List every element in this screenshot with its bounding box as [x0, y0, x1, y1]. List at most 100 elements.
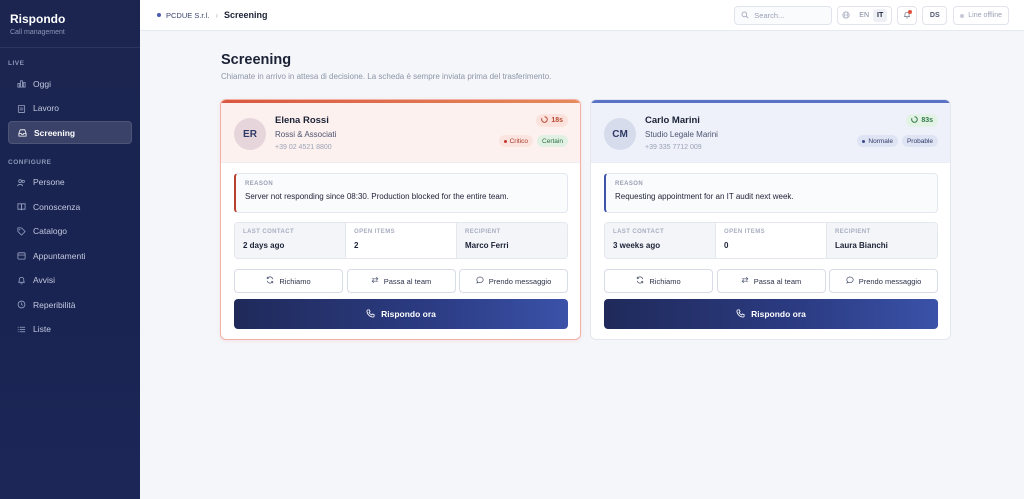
priority-badge: Critico — [498, 135, 534, 147]
sidebar-item-label: Lavoro — [33, 103, 59, 113]
chart-bars-icon — [15, 79, 27, 88]
call-card: ER Elena Rossi Rossi & Associati +39 02 … — [220, 99, 581, 340]
sidebar-item-label: Screening — [34, 127, 76, 138]
caller-meta: LAST CONTACT 2 days ago OPEN ITEMS 2 REC… — [234, 222, 568, 259]
sidebar: Rispondo Call management LIVE Oggi Lavor… — [0, 0, 140, 499]
caller-meta: LAST CONTACT 3 weeks ago OPEN ITEMS 0 RE… — [604, 222, 938, 259]
sidebar-item-reperibilita[interactable]: Reperibilità — [8, 293, 132, 316]
caller-name: Carlo Marini — [645, 115, 700, 126]
breadcrumb-separator: › — [215, 10, 219, 20]
meta-label: LAST CONTACT — [613, 229, 665, 235]
caller-name: Elena Rossi — [275, 115, 329, 126]
card-header: CM Carlo Marini Studio Legale Marini +39… — [591, 103, 950, 163]
sidebar-item-label: Persone — [33, 177, 65, 187]
breadcrumb: PCDUE S.r.l. › Screening — [140, 10, 268, 20]
sidebar-item-label: Reperibilità — [33, 299, 76, 310]
topbar-actions: Search... EN IT DS Line offline — [734, 6, 1009, 25]
section-label-configure: CONFIGURE — [8, 158, 52, 166]
swap-arrows-icon — [371, 276, 379, 286]
sidebar-item-catalogo[interactable]: Catalogo — [8, 220, 132, 243]
sidebar-item-appuntamenti[interactable]: Appuntamenti — [8, 244, 132, 267]
sidebar-item-conoscenza[interactable]: Conoscenza — [8, 195, 132, 218]
meta-value: 3 weeks ago — [613, 241, 661, 250]
answer-now-button[interactable]: Rispondo ora — [234, 299, 568, 329]
answer-now-button[interactable]: Rispondo ora — [604, 299, 938, 329]
meta-label: OPEN ITEMS — [724, 229, 766, 235]
caller-company: Studio Legale Marini — [645, 130, 718, 139]
calendar-icon — [15, 251, 27, 260]
transfer-team-button[interactable]: Passa al team — [716, 269, 826, 293]
confidence-badge: Certain — [537, 135, 568, 147]
refresh-icon — [636, 276, 644, 286]
sidebar-item-label: Appuntamenti — [33, 250, 86, 261]
wait-timer-value: 18s — [551, 117, 563, 124]
list-icon — [15, 325, 27, 334]
meta-label: RECIPIENT — [465, 229, 501, 235]
sidebar-item-label: Liste — [33, 324, 51, 334]
line-status-badge[interactable]: Line offline — [953, 6, 1009, 25]
bell-icon — [15, 276, 27, 285]
confidence-badge: Probable — [901, 135, 938, 147]
app-subtitle: Call management — [10, 29, 65, 36]
sidebar-item-avvisi[interactable]: Avvisi — [8, 269, 132, 292]
sidebar-item-oggi[interactable]: Oggi — [8, 72, 132, 95]
answer-now-label: Rispondo ora — [751, 309, 806, 319]
take-message-label: Prendo messaggio — [488, 276, 552, 286]
meta-label: RECIPIENT — [835, 229, 871, 235]
sidebar-item-label: Catalogo — [33, 226, 68, 236]
take-message-button[interactable]: Prendo messaggio — [459, 269, 568, 293]
language-option-en[interactable]: EN — [855, 12, 873, 19]
meta-value: 0 — [724, 241, 729, 250]
transfer-team-button[interactable]: Passa al team — [346, 269, 456, 293]
language-option-it[interactable]: IT — [873, 9, 888, 22]
card-badges: Normale Probable — [853, 135, 938, 147]
status-dot-icon — [960, 13, 965, 18]
meta-value: Marco Ferri — [465, 241, 509, 250]
phone-icon — [366, 308, 375, 320]
wait-timer-badge: 83s — [906, 114, 938, 127]
globe-icon — [842, 10, 850, 21]
callback-label: Richiamo — [649, 276, 681, 286]
meta-last-contact: LAST CONTACT 2 days ago — [235, 223, 346, 258]
caller-phone: +39 335 7712 009 — [645, 144, 702, 151]
refresh-icon — [266, 276, 274, 286]
notifications-button[interactable] — [897, 6, 918, 25]
app-title: Rispondo — [10, 12, 66, 26]
timer-icon — [541, 116, 549, 125]
callback-button[interactable]: Richiamo — [604, 269, 713, 293]
sidebar-item-persone[interactable]: Persone — [8, 171, 132, 194]
meta-value: 2 days ago — [243, 241, 285, 250]
reason-text: Server not responding since 08:30. Produ… — [245, 192, 509, 201]
reason-text: Requesting appointment for an IT audit n… — [615, 192, 794, 201]
sidebar-item-label: Conoscenza — [33, 201, 81, 212]
caller-avatar: CM — [604, 118, 636, 150]
meta-recipient: RECIPIENT Marco Ferri — [457, 223, 567, 258]
reason-label: REASON — [245, 181, 274, 187]
breadcrumb-company[interactable]: PCDUE S.r.l. — [166, 11, 209, 20]
user-avatar[interactable]: DS — [922, 6, 948, 25]
caller-phone: +39 02 4521 8800 — [275, 144, 332, 151]
search-input[interactable]: Search... — [734, 6, 833, 25]
meta-value: Laura Bianchi — [835, 241, 888, 250]
priority-label: Normale — [868, 137, 893, 145]
meta-open-items: OPEN ITEMS 0 — [716, 223, 827, 258]
section-label-live: LIVE — [8, 60, 25, 67]
sidebar-item-label: Avvisi — [33, 275, 56, 285]
priority-dot-icon — [862, 139, 866, 143]
wait-timer-value: 83s — [921, 117, 933, 124]
search-icon — [741, 11, 749, 21]
sidebar-item-lavoro[interactable]: Lavoro — [8, 97, 132, 120]
sidebar-item-screening[interactable]: Screening — [8, 121, 132, 144]
wait-timer-badge: 18s — [536, 114, 568, 127]
call-card: CM Carlo Marini Studio Legale Marini +39… — [590, 99, 951, 340]
language-switcher: EN IT — [837, 6, 893, 25]
take-message-button[interactable]: Prendo messaggio — [829, 269, 938, 293]
callback-button[interactable]: Richiamo — [234, 269, 343, 293]
priority-badge: Normale — [857, 135, 898, 147]
brand: Rispondo Call management — [0, 0, 140, 48]
timer-icon — [911, 116, 919, 125]
sidebar-item-liste[interactable]: Liste — [8, 318, 132, 341]
clipboard-icon — [15, 104, 27, 113]
transfer-team-label: Passa al team — [383, 276, 432, 286]
caller-avatar: ER — [234, 118, 266, 150]
